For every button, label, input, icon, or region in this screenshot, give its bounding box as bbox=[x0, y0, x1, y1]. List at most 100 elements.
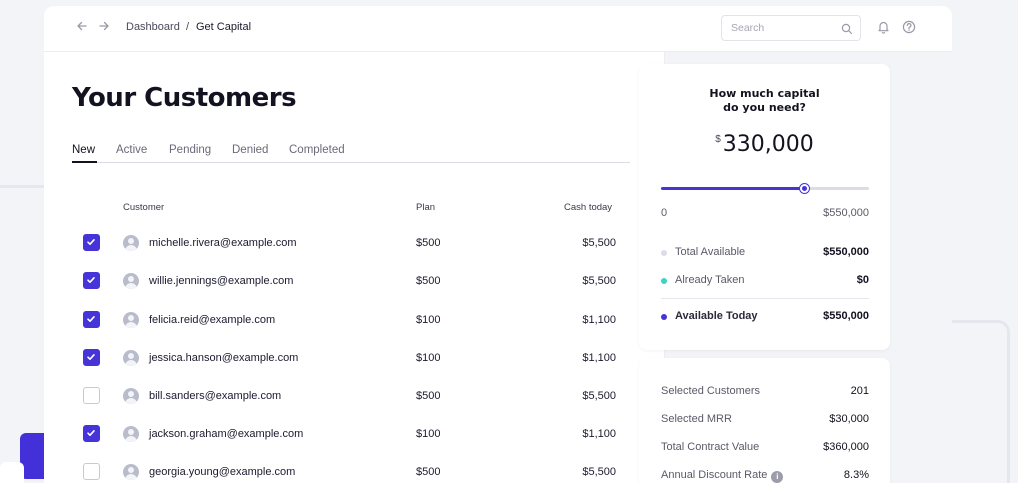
customer-cash-today: $5,500 bbox=[582, 466, 616, 478]
stat-label: Selected Customers bbox=[661, 385, 761, 397]
table-row[interactable]: jessica.hanson@example.com $100 $1,100 bbox=[72, 347, 632, 385]
user-avatar-icon bbox=[123, 426, 139, 442]
active-tab-indicator bbox=[72, 161, 97, 163]
customer-cash-today: $1,100 bbox=[582, 428, 616, 440]
row-checkbox[interactable] bbox=[83, 349, 100, 366]
currency-symbol: $ bbox=[715, 134, 721, 145]
row-checkbox[interactable] bbox=[83, 234, 100, 251]
customer-plan: $500 bbox=[416, 275, 441, 287]
capital-question: How much capital do you need? bbox=[639, 87, 890, 115]
summary-divider bbox=[661, 298, 869, 299]
status-dot bbox=[661, 314, 667, 320]
stat-value: 201 bbox=[850, 385, 869, 397]
user-avatar-icon bbox=[123, 350, 139, 366]
customer-plan: $100 bbox=[416, 314, 441, 326]
table-row[interactable]: felicia.reid@example.com $100 $1,100 bbox=[72, 309, 632, 347]
slider-fill bbox=[661, 187, 805, 190]
table-row[interactable]: georgia.young@example.com $500 $5,500 bbox=[72, 461, 632, 483]
stats-card: Selected Customers 201 Selected MRR $30,… bbox=[639, 358, 890, 483]
customers-panel: Your Customers New Active Pending Denied… bbox=[44, 52, 664, 483]
user-avatar-icon bbox=[123, 273, 139, 289]
customer-plan: $500 bbox=[416, 466, 441, 478]
search-input[interactable] bbox=[722, 16, 832, 40]
table-row[interactable]: michelle.rivera@example.com $500 $5,500 bbox=[72, 232, 632, 270]
table-row[interactable]: jackson.graham@example.com $100 $1,100 bbox=[72, 423, 632, 461]
tab-denied[interactable]: Denied bbox=[232, 144, 268, 156]
row-checkbox[interactable] bbox=[83, 272, 100, 289]
summary-value: $0 bbox=[856, 274, 869, 286]
summary-label: Available Today bbox=[675, 310, 758, 322]
customer-email: jessica.hanson@example.com bbox=[149, 352, 299, 364]
capital-amount-value: 330,000 bbox=[722, 132, 814, 157]
summary-label: Already Taken bbox=[675, 274, 745, 286]
row-checkbox[interactable] bbox=[83, 311, 100, 328]
slider-min-label: 0 bbox=[661, 207, 668, 219]
slider-handle[interactable] bbox=[799, 184, 809, 193]
capital-slider[interactable] bbox=[661, 184, 869, 193]
slider-max-label: $550,000 bbox=[823, 207, 869, 219]
checkmark-icon bbox=[87, 430, 95, 436]
user-avatar-icon bbox=[123, 312, 139, 328]
forward-arrow-icon[interactable] bbox=[95, 20, 113, 36]
tab-completed[interactable]: Completed bbox=[289, 144, 345, 156]
customer-cash-today: $1,100 bbox=[582, 314, 616, 326]
background-decoration bbox=[952, 320, 1010, 483]
info-icon[interactable]: i bbox=[771, 471, 784, 483]
checkmark-icon bbox=[87, 354, 95, 360]
user-avatar-icon bbox=[123, 388, 139, 404]
customer-cash-today: $5,500 bbox=[582, 237, 616, 249]
tab-new[interactable]: New bbox=[72, 144, 95, 156]
customer-cash-today: $5,500 bbox=[582, 275, 616, 287]
customer-plan: $500 bbox=[416, 390, 441, 402]
stat-value: 8.3% bbox=[843, 469, 869, 481]
capital-question-line1: How much capital bbox=[709, 87, 820, 100]
table-row[interactable]: willie.jennings@example.com $500 $5,500 bbox=[72, 270, 632, 308]
capital-question-line2: do you need? bbox=[723, 101, 806, 114]
help-icon[interactable] bbox=[902, 20, 916, 39]
column-header-cash[interactable]: Cash today bbox=[564, 202, 612, 213]
tab-pending[interactable]: Pending bbox=[169, 144, 211, 156]
customer-plan: $100 bbox=[416, 352, 441, 364]
checkmark-icon bbox=[87, 239, 95, 245]
tab-bar: New Active Pending Denied Completed bbox=[72, 137, 630, 163]
row-checkbox[interactable] bbox=[83, 425, 100, 442]
status-dot bbox=[661, 250, 667, 256]
stat-label-wrap: Annual Discount Rate i bbox=[661, 469, 784, 483]
summary-value: $550,000 bbox=[823, 310, 869, 322]
checkmark-icon bbox=[87, 316, 95, 322]
row-checkbox[interactable] bbox=[83, 387, 100, 404]
tab-active[interactable]: Active bbox=[116, 144, 147, 156]
stat-label: Selected MRR bbox=[661, 413, 732, 425]
capital-card: How much capital do you need? $330,000 0… bbox=[639, 64, 890, 350]
search-box bbox=[721, 15, 861, 41]
stat-label: Total Contract Value bbox=[661, 441, 760, 453]
stat-value: $30,000 bbox=[829, 413, 869, 425]
back-arrow-icon[interactable] bbox=[73, 20, 91, 36]
customer-email: jackson.graham@example.com bbox=[149, 428, 304, 440]
search-icon[interactable] bbox=[841, 22, 853, 40]
column-header-plan[interactable]: Plan bbox=[416, 202, 435, 213]
status-dot bbox=[661, 278, 667, 284]
user-avatar-icon bbox=[123, 464, 139, 480]
breadcrumb-dashboard[interactable]: Dashboard bbox=[126, 21, 180, 33]
top-bar: Dashboard / Get Capital bbox=[44, 6, 952, 52]
capital-amount: $330,000 bbox=[639, 132, 890, 157]
bell-icon[interactable] bbox=[877, 20, 890, 39]
summary-value: $550,000 bbox=[823, 246, 869, 258]
summary-total-available: Total Available $550,000 bbox=[661, 246, 869, 262]
customer-email: willie.jennings@example.com bbox=[149, 275, 294, 287]
column-header-customer[interactable]: Customer bbox=[123, 202, 164, 213]
customer-email: bill.sanders@example.com bbox=[149, 390, 282, 402]
stat-selected-mrr: Selected MRR $30,000 bbox=[661, 413, 869, 429]
summary-label: Total Available bbox=[675, 246, 746, 258]
stat-value: $360,000 bbox=[823, 441, 869, 453]
row-checkbox[interactable] bbox=[83, 463, 100, 480]
breadcrumb-current: Get Capital bbox=[196, 21, 252, 33]
page-title: Your Customers bbox=[72, 83, 297, 113]
customer-cash-today: $5,500 bbox=[582, 390, 616, 402]
stat-selected-customers: Selected Customers 201 bbox=[661, 385, 869, 401]
summary-already-taken: Already Taken $0 bbox=[661, 274, 869, 290]
customer-email: georgia.young@example.com bbox=[149, 466, 296, 478]
customer-plan: $500 bbox=[416, 237, 441, 249]
table-row[interactable]: bill.sanders@example.com $500 $5,500 bbox=[72, 385, 632, 423]
